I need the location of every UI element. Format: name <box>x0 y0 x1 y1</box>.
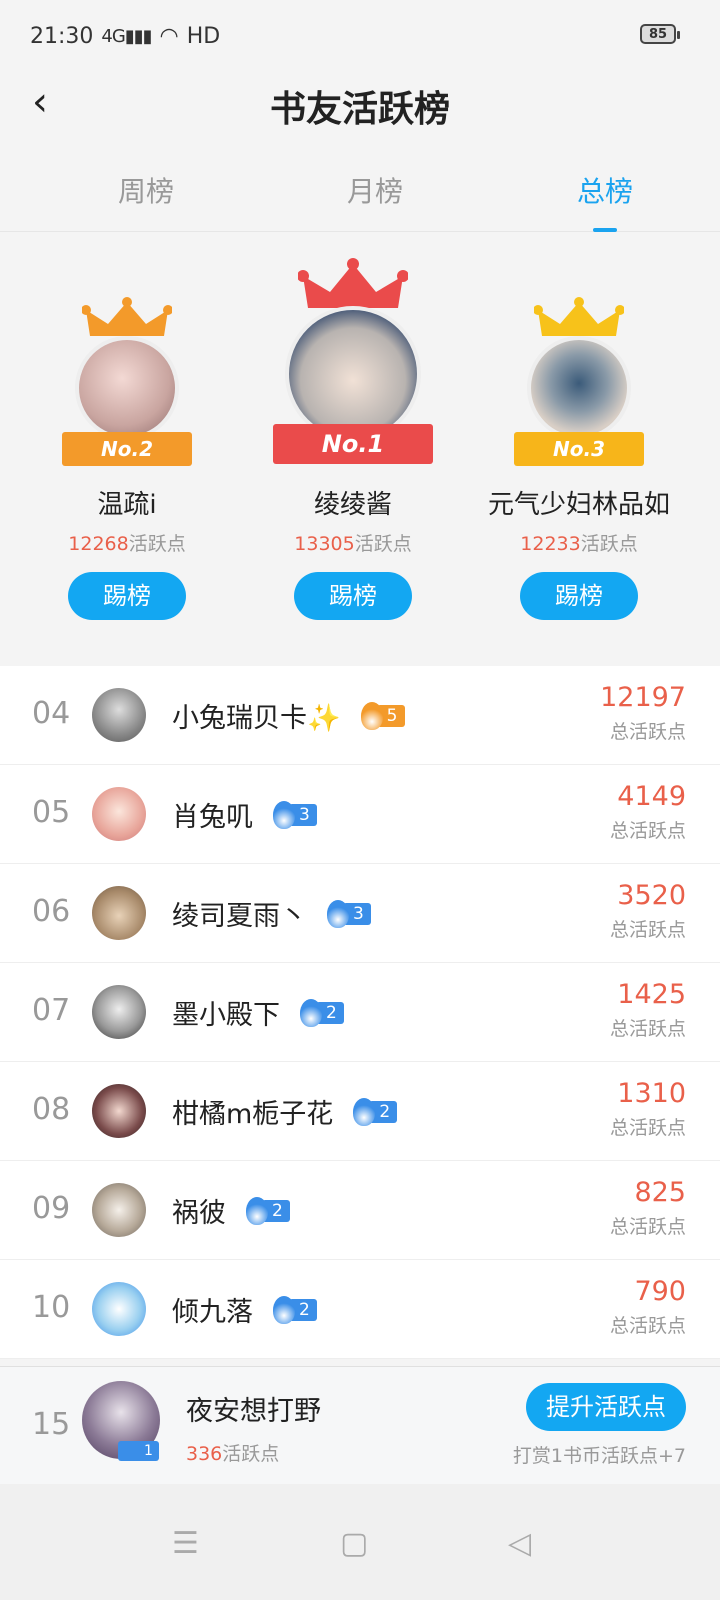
rank-number: 10 <box>32 1290 71 1325</box>
flame-icon <box>273 800 295 829</box>
user-name: 肖兔叽 3 <box>172 795 317 834</box>
avatar[interactable] <box>92 1183 146 1237</box>
score: 4149 总活跃点 <box>609 781 686 842</box>
podium-name[interactable]: 元气少妇林品如 <box>469 484 689 521</box>
wifi-icon: ◠ <box>159 23 179 49</box>
score: 12197 总活跃点 <box>600 682 686 743</box>
avatar-frame: No.2 <box>57 296 197 476</box>
score: 825 总活跃点 <box>609 1177 686 1238</box>
podium-name[interactable]: 绫绫酱 <box>243 484 463 521</box>
status-bar: 21:30 4G▮▮▮ ◠ HD 85 <box>0 0 720 72</box>
list-item[interactable]: 04 小兔瑞贝卡✨ 5 12197 总活跃点 <box>0 666 720 765</box>
level-badge: 3 <box>327 899 371 928</box>
level-badge: 2 <box>300 998 344 1027</box>
tab-weekly[interactable]: 周榜 <box>86 170 206 210</box>
flame-icon <box>360 701 383 730</box>
ranking-list: 04 小兔瑞贝卡✨ 5 12197 总活跃点 05 肖兔叽 3 4149 总活跃… <box>0 666 720 1359</box>
rank-ribbon: No.1 <box>273 424 433 464</box>
podium-name[interactable]: 温疏i <box>17 484 237 521</box>
rank-number: 07 <box>32 993 71 1028</box>
user-name: 墨小殿下 2 <box>172 993 344 1032</box>
tab-monthly[interactable]: 月榜 <box>315 170 435 210</box>
rank-number: 09 <box>32 1191 71 1226</box>
avatar[interactable] <box>92 688 146 742</box>
user-name: 倾九落 2 <box>172 1290 317 1329</box>
score: 790 总活跃点 <box>609 1276 686 1337</box>
flame-icon <box>327 899 349 928</box>
signal-icon: 4G▮▮▮ <box>101 25 152 47</box>
avatar-frame: No.3 <box>509 296 649 476</box>
level-badge: 2 <box>246 1196 290 1225</box>
rank-ribbon: No.2 <box>62 432 192 466</box>
avatar[interactable] <box>285 306 421 442</box>
system-nav-bar: ☰ ▢ ◁ <box>0 1484 720 1600</box>
my-points: 336活跃点 <box>186 1443 280 1465</box>
rank-number: 08 <box>32 1092 71 1127</box>
network-type: HD <box>186 23 221 49</box>
home-icon[interactable]: ▢ <box>340 1526 368 1561</box>
list-item[interactable]: 05 肖兔叽 3 4149 总活跃点 <box>0 765 720 864</box>
podium-points: 12233活跃点 <box>520 533 638 555</box>
list-item[interactable]: 09 祸彼 2 825 总活跃点 <box>0 1161 720 1260</box>
tab-total[interactable]: 总榜 <box>545 170 665 232</box>
avatar[interactable] <box>92 1282 146 1336</box>
list-item[interactable]: 06 绫司夏雨丶 3 3520 总活跃点 <box>0 864 720 963</box>
battery-icon: 85 <box>640 24 680 44</box>
list-item[interactable]: 07 墨小殿下 2 1425 总活跃点 <box>0 963 720 1062</box>
level-badge: 2 <box>273 1295 317 1324</box>
kick-button[interactable]: 踢榜 <box>68 572 186 620</box>
podium-second: No.2 温疏i 12268活跃点 踢榜 <box>17 296 237 620</box>
top-three-podium: No.2 温疏i 12268活跃点 踢榜 No.1 绫绫酱 13305活跃点 踢… <box>0 232 720 652</box>
avatar-frame: No.1 <box>268 258 438 476</box>
list-item[interactable]: 10 倾九落 2 790 总活跃点 <box>0 1260 720 1359</box>
flame-icon <box>273 1295 295 1324</box>
kick-button[interactable]: 踢榜 <box>294 572 412 620</box>
podium-points: 13305活跃点 <box>294 533 412 555</box>
status-time: 21:30 <box>30 23 94 49</box>
my-name: 夜安想打野 <box>186 1396 321 1427</box>
menu-icon[interactable]: ☰ <box>172 1526 199 1561</box>
rank-number: 06 <box>32 894 71 929</box>
boost-activity-button[interactable]: 提升活跃点 <box>526 1383 686 1431</box>
rank-ribbon: No.3 <box>514 432 644 466</box>
podium-third: No.3 元气少妇林品如 12233活跃点 踢榜 <box>469 296 689 620</box>
level-badge: 2 <box>353 1097 398 1126</box>
kick-button[interactable]: 踢榜 <box>520 572 638 620</box>
back-nav-icon[interactable]: ◁ <box>508 1526 531 1561</box>
flame-icon <box>246 1196 268 1225</box>
list-item[interactable]: 08 柑橘m栀子花 2 1310 总活跃点 <box>0 1062 720 1161</box>
user-name: 祸彼 2 <box>172 1191 290 1230</box>
flame-icon <box>353 1097 376 1126</box>
avatar[interactable] <box>92 787 146 841</box>
avatar[interactable] <box>92 886 146 940</box>
my-level-badge: 1 <box>118 1441 159 1461</box>
podium-points: 12268活跃点 <box>68 533 186 555</box>
podium-first: No.1 绫绫酱 13305活跃点 踢榜 <box>243 258 463 620</box>
crown-icon <box>298 258 408 308</box>
user-name: 绫司夏雨丶 3 <box>172 894 371 933</box>
crown-icon <box>82 297 172 336</box>
level-badge: 5 <box>360 701 405 730</box>
user-name: 柑橘m栀子花 2 <box>172 1092 398 1131</box>
tab-bar: 周榜 月榜 总榜 <box>0 150 720 232</box>
rank-number: 04 <box>32 696 71 731</box>
rank-number: 05 <box>32 795 71 830</box>
page-header: ‹ 书友活跃榜 <box>0 72 720 132</box>
reward-hint: 打赏1书币活跃点+7 <box>512 1445 686 1467</box>
avatar[interactable] <box>527 336 631 440</box>
flame-icon <box>300 998 322 1027</box>
score: 3520 总活跃点 <box>609 880 686 941</box>
avatar[interactable] <box>92 985 146 1039</box>
score: 1310 总活跃点 <box>609 1078 686 1139</box>
score: 1425 总活跃点 <box>609 979 686 1040</box>
level-badge: 3 <box>273 800 317 829</box>
user-name: 小兔瑞贝卡✨ 5 <box>172 696 405 735</box>
my-rank-bar: 15 1 夜安想打野 336活跃点 提升活跃点 打赏1书币活跃点+7 <box>0 1366 720 1484</box>
my-rank: 15 <box>32 1407 71 1442</box>
page-title: 书友活跃榜 <box>269 89 450 130</box>
avatar[interactable] <box>75 336 179 440</box>
crown-icon <box>534 297 624 336</box>
avatar[interactable] <box>92 1084 146 1138</box>
